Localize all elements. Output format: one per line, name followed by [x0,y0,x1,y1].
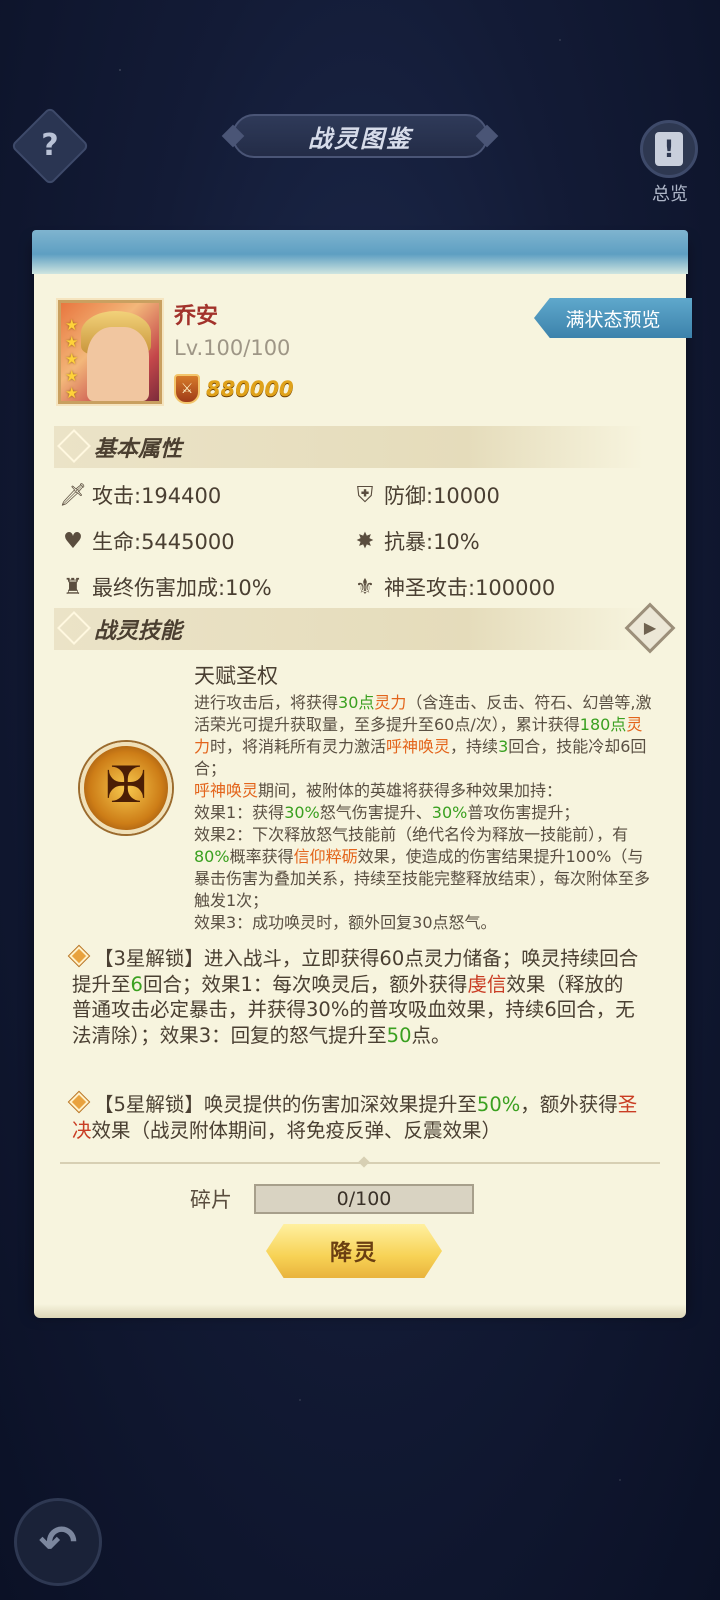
hero-level: Lv.100/100 [174,336,291,360]
star-icon: ★ [65,367,79,385]
attr-hp: ♥ 生命:5445000 [60,526,235,556]
power-display: ⚔ 880000 [174,374,294,404]
back-button[interactable]: ↶ [14,1498,102,1586]
unlock-text-segment: 50% [476,1093,521,1116]
unlock-text-segment: 【5星解锁】唤灵提供的伤害加深效果提升至 [94,1093,477,1116]
skill-name: 天赋圣权 [194,664,278,688]
unlock-text-segment: 6 [130,972,143,996]
skill-description: 进行攻击后，将获得30点灵力（含连击、反击、符石、幻兽等,激活荣光可提升获取量，… [194,692,656,934]
skill-desc-text-segment: 信仰粹砺 [293,847,358,866]
unlock-5-star: 【5星解锁】唤灵提供的伤害加深效果提升至50%，额外获得圣决效果（战灵附体期间，… [69,1092,642,1143]
section-diamond-decoration [57,611,91,645]
final-damage-icon: ♜ [63,574,83,600]
skill-desc-text-segment: 30点 [338,693,375,712]
unlock-text-segment: 效果（战灵附体期间，将免疫反弹、反震效果） [91,1118,502,1142]
shield-icon: ⛨ [356,482,374,508]
skill-desc-text-segment: 时，将消耗所有灵力激活 [210,737,387,756]
skill-desc-text-segment: 效果3：成功唤灵时，额外回复30点怒气。 [194,913,497,932]
star-icon: ★ [65,384,79,402]
attr-defense: ⛨ 防御:10000 [352,480,500,510]
star-rating: ★ ★ ★ ★ ★ [65,317,78,401]
skill-desc-text-segment: 灵力 [374,693,407,712]
skill-desc-text-segment: 效果1：获得 [194,803,285,822]
skill-desc-text-segment: 3 [498,737,509,756]
skill-desc-text-segment: 普攻伤害提升； [467,803,580,822]
attr-holy-attack: ⚜ 神圣攻击:100000 [352,572,555,602]
attr-crit-resist: ✸ 抗暴:10% [352,526,480,556]
skill-desc-text-segment: 80% [194,847,230,866]
power-shield-icon: ⚔ [174,374,200,404]
attr-attack: 🗡 攻击:194400 [59,480,222,510]
help-button[interactable]: ? [10,106,90,186]
section-title: 战灵技能 [94,619,183,644]
skill-desc-text-segment: ，持续 [450,737,499,756]
section-diamond-decoration [57,429,91,463]
attr-hp-text: 生命:5445000 [92,530,235,554]
sword-icon: 🗡 [59,482,87,508]
skill-desc-text-segment: 呼神唤灵 [386,737,451,756]
star-icon: ★ [65,333,79,351]
skill-desc-text-segment: 30% [431,803,468,822]
attr-final-damage-text: 最终伤害加成:10% [92,576,272,600]
panel-top-border [32,230,688,274]
portrait-face [87,327,149,401]
exclamation-icon: ! [640,120,698,178]
skill-desc-text-segment: 效果2：下次释放怒气技能前（绝代名伶为释放一技能前），有 [194,825,629,844]
heart-icon: ♥ [63,528,83,554]
descend-spirit-button[interactable]: 降灵 [266,1224,442,1278]
unlock-list: 【3星解锁】进入战斗，立即获得60点灵力储备；唤灵持续回合提升至6回合；效果1：… [34,938,686,1154]
unlock-text-segment: 50 [386,1023,412,1047]
skill-desc-text-segment: 怒气伤害提升、 [319,803,432,822]
attr-crit-resist-text: 抗暴:10% [384,530,480,554]
title-plate: 战灵图鉴 [232,114,488,158]
divider [60,1162,660,1164]
attr-final-damage: ♜ 最终伤害加成:10% [60,572,272,602]
star-icon: ★ [65,316,79,334]
unlock-text-segment: 虔信 [467,972,507,996]
shard-progress-bar: 0/100 [254,1184,474,1214]
play-arrow-icon: ▶ [643,618,657,637]
hero-name: 乔安 [174,304,219,329]
spirit-skill-header: 战灵技能 [54,608,644,650]
spirit-detail-panel: ★ ★ ★ ★ ★ 乔安 Lv.100/100 ⚔ 880000 满状态预览 基本属性 … [32,230,692,1318]
skill-desc-text-segment: 呼神唤灵 [194,781,259,800]
panel-bottom-border [34,1304,686,1318]
skill-desc-text-segment: 进行攻击后，将获得 [194,693,339,712]
question-mark-icon: ? [41,128,59,163]
full-state-preview-button[interactable]: 满状态预览 [534,298,692,338]
unlock-diamond-icon [69,946,89,966]
holy-attack-icon: ⚜ [355,574,375,600]
attr-defense-text: 防御:10000 [384,484,500,508]
skill-desc-text-segment: 概率获得 [229,847,294,866]
descend-spirit-label: 降灵 [329,1241,378,1266]
attr-holy-attack-text: 神圣攻击:100000 [384,576,556,600]
section-title: 基本属性 [94,437,183,462]
star-icon: ★ [65,350,79,368]
hero-portrait[interactable]: ★ ★ ★ ★ ★ [58,300,162,404]
overview-button[interactable]: ! 总览 [640,120,700,206]
holy-scepter-icon[interactable]: ✠ [80,742,172,834]
unlock-diamond-icon [69,1092,89,1112]
unlock-text-segment: 回合；效果1：每次唤灵后，额外获得 [142,972,468,996]
basic-attributes-header: 基本属性 [54,426,644,468]
power-value: 880000 [206,377,294,401]
attr-attack-text: 攻击:194400 [92,484,222,508]
back-arrow-icon: ↶ [38,1515,78,1569]
skill-desc-text-segment: 180点 [579,715,627,734]
crit-resist-icon: ✸ [355,528,375,554]
skill-desc-text-segment: 期间，被附体的英雄将获得多种效果加持： [258,781,563,800]
skill-desc-text-segment: 30% [284,803,320,822]
shard-label: 碎片 [190,1188,232,1212]
overview-label: 总览 [652,184,688,205]
page-title: 战灵图鉴 [308,124,412,153]
unlock-text-segment: ，额外获得 [520,1093,618,1116]
unlock-text-segment: 点。 [411,1023,451,1047]
unlock-3-star: 【3星解锁】进入战斗，立即获得60点灵力储备；唤灵持续回合提升至6回合；效果1：… [69,946,642,1048]
shard-progress-text: 0/100 [336,1188,392,1210]
